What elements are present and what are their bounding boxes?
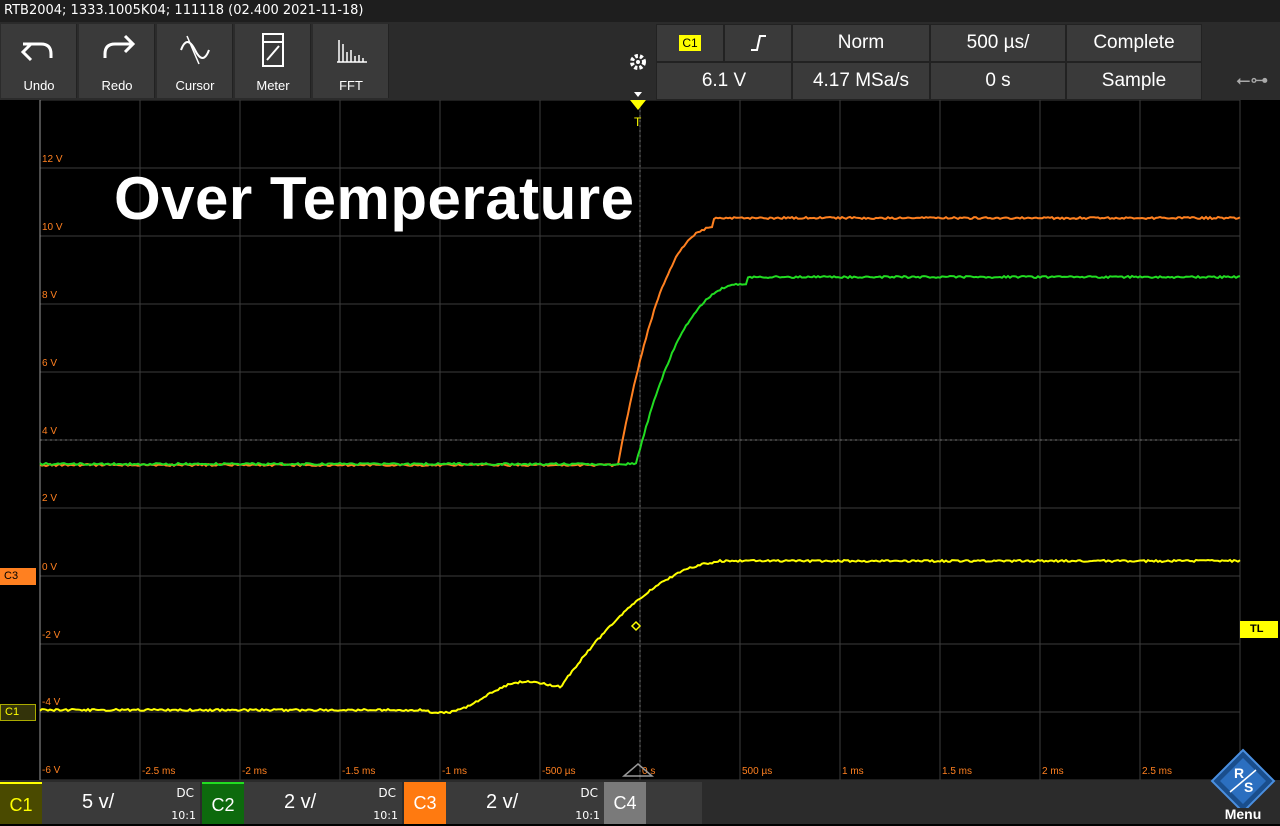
x-axis-label: 1.5 ms <box>942 766 972 777</box>
c2-scale: 2 v/ <box>284 791 316 814</box>
trigger-point-marker <box>632 622 640 630</box>
cursor-label: Cursor <box>157 78 233 93</box>
cursor-icon <box>157 30 233 70</box>
annotation-title: Over Temperature <box>114 164 634 233</box>
x-axis-label: -2.5 ms <box>142 766 175 777</box>
c2-probe: 10:1 <box>373 809 398 822</box>
y-axis-label: 6 V <box>42 358 57 369</box>
trigger-position-marker[interactable] <box>630 100 646 110</box>
y-axis-label: 2 V <box>42 493 57 504</box>
trigger-level[interactable]: 6.1 V <box>656 62 792 100</box>
acquisition-mode[interactable]: Sample <box>1066 62 1202 100</box>
c1-marker-label: C1 <box>5 706 19 718</box>
c2-coupling: DC <box>378 786 396 800</box>
trigger-source[interactable]: C1 <box>656 24 724 62</box>
c4-tab[interactable]: C4 <box>604 782 646 824</box>
trigger-level-marker[interactable]: TL <box>1240 621 1278 638</box>
trigger-marker-label: T <box>634 115 642 129</box>
gear-icon <box>620 22 656 100</box>
x-axis-label: -500 µs <box>542 766 576 777</box>
acquisition-state[interactable]: Complete <box>1066 24 1202 62</box>
c1-coupling: DC <box>176 786 194 800</box>
c3-marker-label: C3 <box>4 570 18 582</box>
c3-offset-marker[interactable]: C3 <box>0 568 36 585</box>
undo-icon <box>1 30 77 70</box>
c1-offset-marker[interactable]: C1 <box>0 704 36 721</box>
undo-button[interactable]: Undo <box>1 24 77 98</box>
y-axis-label: 8 V <box>42 290 57 301</box>
y-axis-label: 4 V <box>42 426 57 437</box>
y-axis-label: 12 V <box>42 154 63 165</box>
x-axis-label: 2.5 ms <box>1142 766 1172 777</box>
c1-probe: 10:1 <box>171 809 196 822</box>
c2-settings[interactable]: 2 v/ DC 10:1 <box>244 782 402 824</box>
trigger-source-badge: C1 <box>679 35 700 51</box>
cursor-button[interactable]: Cursor <box>157 24 233 98</box>
trigger-slope[interactable] <box>724 24 792 62</box>
x-axis-label: -1.5 ms <box>342 766 375 777</box>
y-axis-label: 0 V <box>42 562 57 573</box>
y-axis-label: -6 V <box>42 765 61 776</box>
meter-button[interactable]: Meter <box>235 24 311 98</box>
menu-label: Menu <box>1208 806 1278 822</box>
c3-scale: 2 v/ <box>486 791 518 814</box>
c1-scale: 5 v/ <box>82 791 114 814</box>
usb-icon: ⭠⊶ <box>1236 70 1268 91</box>
trigger-mode[interactable]: Norm <box>792 24 930 62</box>
fft-label: FFT <box>313 78 389 93</box>
rohde-schwarz-logo-icon: R S <box>1208 748 1278 808</box>
c3-settings[interactable]: 2 v/ DC 10:1 <box>446 782 604 824</box>
channel-bar: C1 5 v/ DC 10:1 C2 2 v/ DC 10:1 C3 2 v/ … <box>0 780 1280 824</box>
c4-settings[interactable] <box>646 782 702 824</box>
x-axis-label: 2 ms <box>1042 766 1064 777</box>
fft-icon <box>313 30 389 70</box>
meter-icon <box>235 30 311 70</box>
y-axis-label: -2 V <box>42 630 61 641</box>
sample-rate: 4.17 MSa/s <box>792 62 930 100</box>
fft-button[interactable]: FFT <box>313 24 389 98</box>
horizontal-position[interactable]: 0 s <box>930 62 1066 100</box>
redo-label: Redo <box>79 78 155 93</box>
svg-text:S: S <box>1244 779 1253 795</box>
menu-button[interactable]: R S Menu <box>1208 748 1278 824</box>
x-axis-label: 500 µs <box>742 766 772 777</box>
settings-button[interactable] <box>620 22 656 100</box>
c3-probe: 10:1 <box>575 809 600 822</box>
y-axis-label: 10 V <box>42 222 63 233</box>
timebase[interactable]: 500 µs/ <box>930 24 1066 62</box>
c3-coupling: DC <box>580 786 598 800</box>
x-axis-label: -2 ms <box>242 766 267 777</box>
trigger-level-marker-label: TL <box>1250 623 1263 635</box>
c2-tab[interactable]: C2 <box>202 782 244 824</box>
meter-label: Meter <box>235 78 311 93</box>
x-axis-labels: -2.5 ms -2 ms -1.5 ms -1 ms -500 µs 0 s 500 µs… <box>142 766 1172 777</box>
x-axis-label: -1 ms <box>442 766 467 777</box>
undo-label: Undo <box>1 78 77 93</box>
redo-icon <box>79 30 155 70</box>
x-axis-label: 1 ms <box>842 766 864 777</box>
y-axis-label: -4 V <box>42 697 61 708</box>
c1-settings[interactable]: 5 v/ DC 10:1 <box>42 782 200 824</box>
window-title: RTB2004; 1333.1005K04; 111118 (02.400 20… <box>0 0 1280 22</box>
c1-tab[interactable]: C1 <box>0 782 42 824</box>
rising-edge-icon <box>748 32 768 54</box>
redo-button[interactable]: Redo <box>79 24 155 98</box>
c3-tab[interactable]: C3 <box>404 782 446 824</box>
svg-text:R: R <box>1234 765 1244 781</box>
